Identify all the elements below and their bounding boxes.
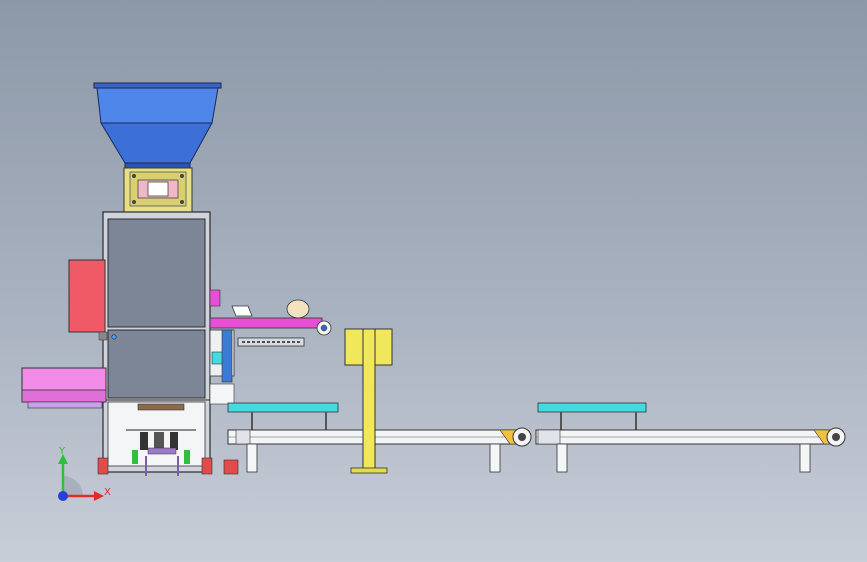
main-cabinet [97,211,213,476]
feed-hopper [93,82,222,169]
control-box [68,259,108,341]
sewing-stand [344,328,393,474]
y-axis-label: Y [58,446,66,457]
weigh-head [123,167,193,213]
bag-clamp [209,289,332,405]
conveyor-1 [223,402,532,475]
conveyor-2 [535,402,846,473]
side-sewing-unit [21,367,107,409]
cad-viewport[interactable]: Y X [0,0,867,562]
machine-drawing: Y X [21,82,846,501]
x-axis-label: X [104,487,111,498]
z-axis-marker [58,491,68,501]
